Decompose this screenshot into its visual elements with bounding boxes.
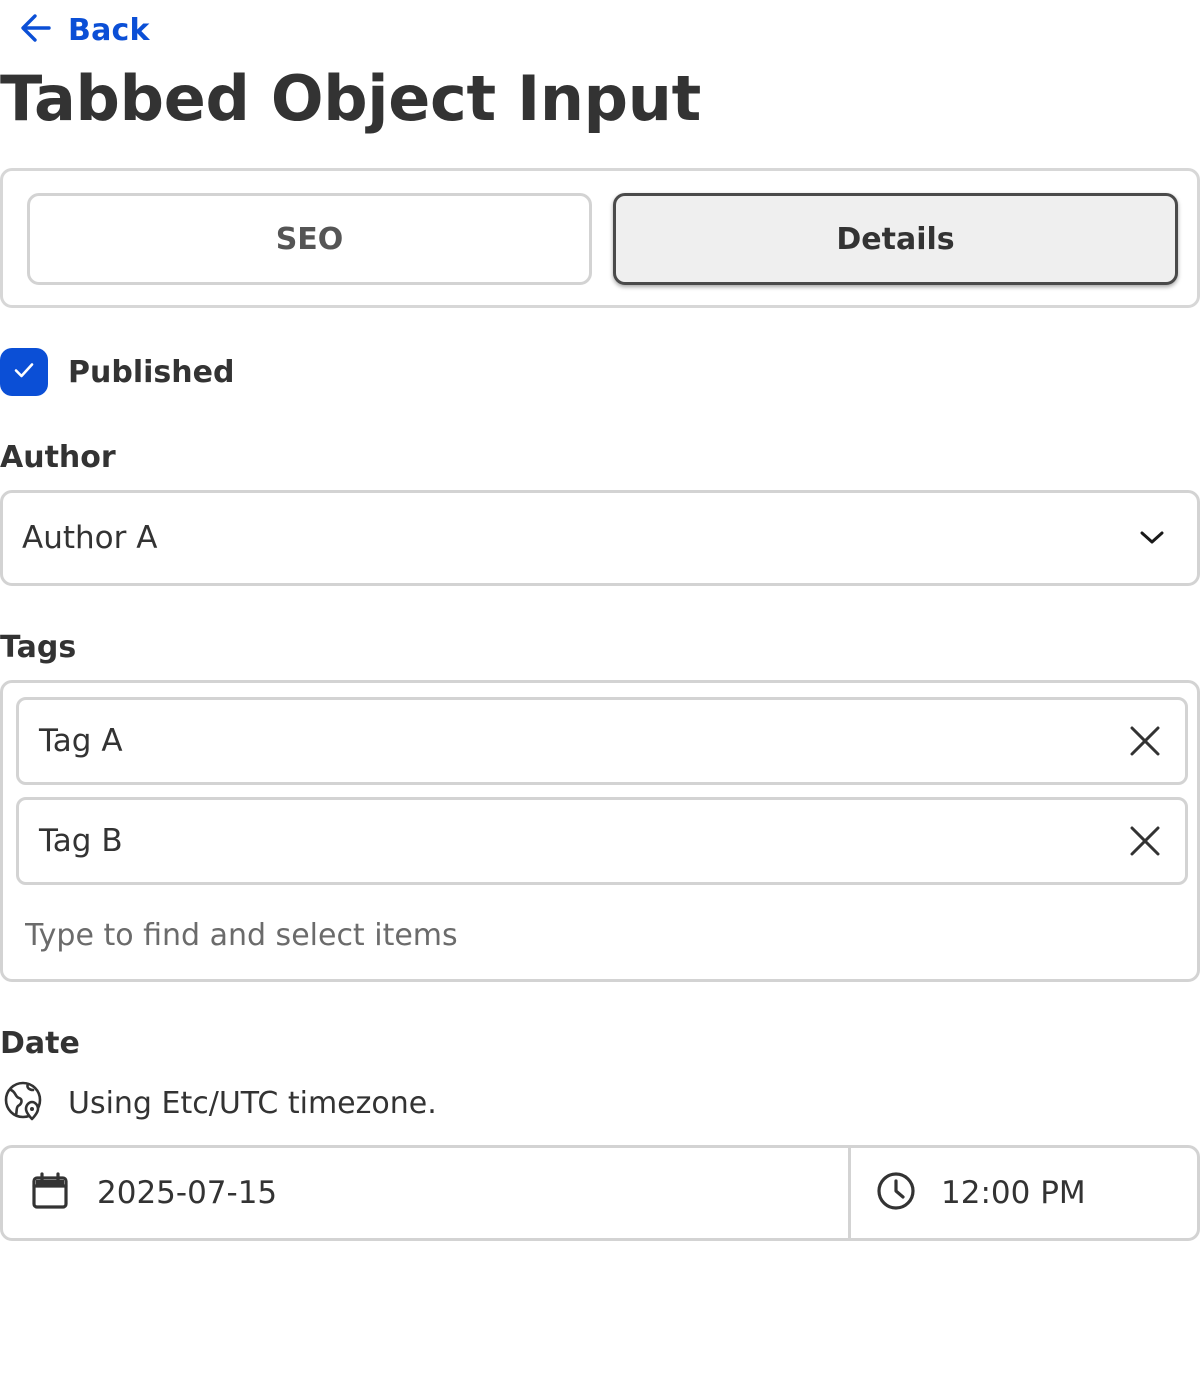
published-label: Published bbox=[68, 354, 235, 390]
tag-chip: Tag B bbox=[16, 797, 1188, 885]
page-title: Tabbed Object Input bbox=[0, 62, 701, 135]
tag-chip-label: Tag B bbox=[39, 823, 123, 859]
calendar-icon bbox=[29, 1170, 71, 1216]
close-icon[interactable] bbox=[1127, 723, 1163, 759]
clock-icon bbox=[875, 1170, 917, 1216]
tag-chip: Tag A bbox=[16, 697, 1188, 785]
published-field: Published bbox=[0, 348, 234, 396]
back-link[interactable]: Back bbox=[18, 10, 150, 50]
checkmark-icon bbox=[11, 357, 37, 387]
chevron-down-icon bbox=[1137, 523, 1167, 553]
close-icon[interactable] bbox=[1127, 823, 1163, 859]
tags-multiselect: Tag A Tag B bbox=[0, 680, 1200, 982]
tags-label: Tags bbox=[0, 630, 77, 665]
tab-details[interactable]: Details bbox=[613, 193, 1178, 285]
tab-seo[interactable]: SEO bbox=[27, 193, 592, 285]
tags-search-input[interactable] bbox=[25, 911, 1175, 959]
arrow-left-icon bbox=[18, 10, 54, 50]
date-label: Date bbox=[0, 1026, 80, 1061]
date-value: 2025-07-15 bbox=[97, 1175, 278, 1211]
author-value: Author A bbox=[22, 520, 158, 556]
timezone-text: Using Etc/UTC timezone. bbox=[68, 1085, 437, 1121]
time-value: 12:00 PM bbox=[941, 1175, 1086, 1211]
time-input[interactable]: 12:00 PM bbox=[851, 1148, 1197, 1238]
timezone-note: Using Etc/UTC timezone. bbox=[2, 1078, 437, 1128]
date-input[interactable]: 2025-07-15 bbox=[3, 1148, 848, 1238]
tab-list: SEO Details bbox=[0, 168, 1200, 308]
datetime-input: 2025-07-15 12:00 PM bbox=[0, 1145, 1200, 1241]
tag-chip-label: Tag A bbox=[39, 723, 123, 759]
back-label: Back bbox=[68, 12, 150, 48]
author-label: Author bbox=[0, 440, 116, 475]
author-select[interactable]: Author A bbox=[0, 490, 1200, 586]
globe-location-icon bbox=[2, 1078, 48, 1128]
page: Back Tabbed Object Input SEO Details Pub… bbox=[0, 0, 1200, 1400]
published-checkbox[interactable] bbox=[0, 348, 48, 396]
